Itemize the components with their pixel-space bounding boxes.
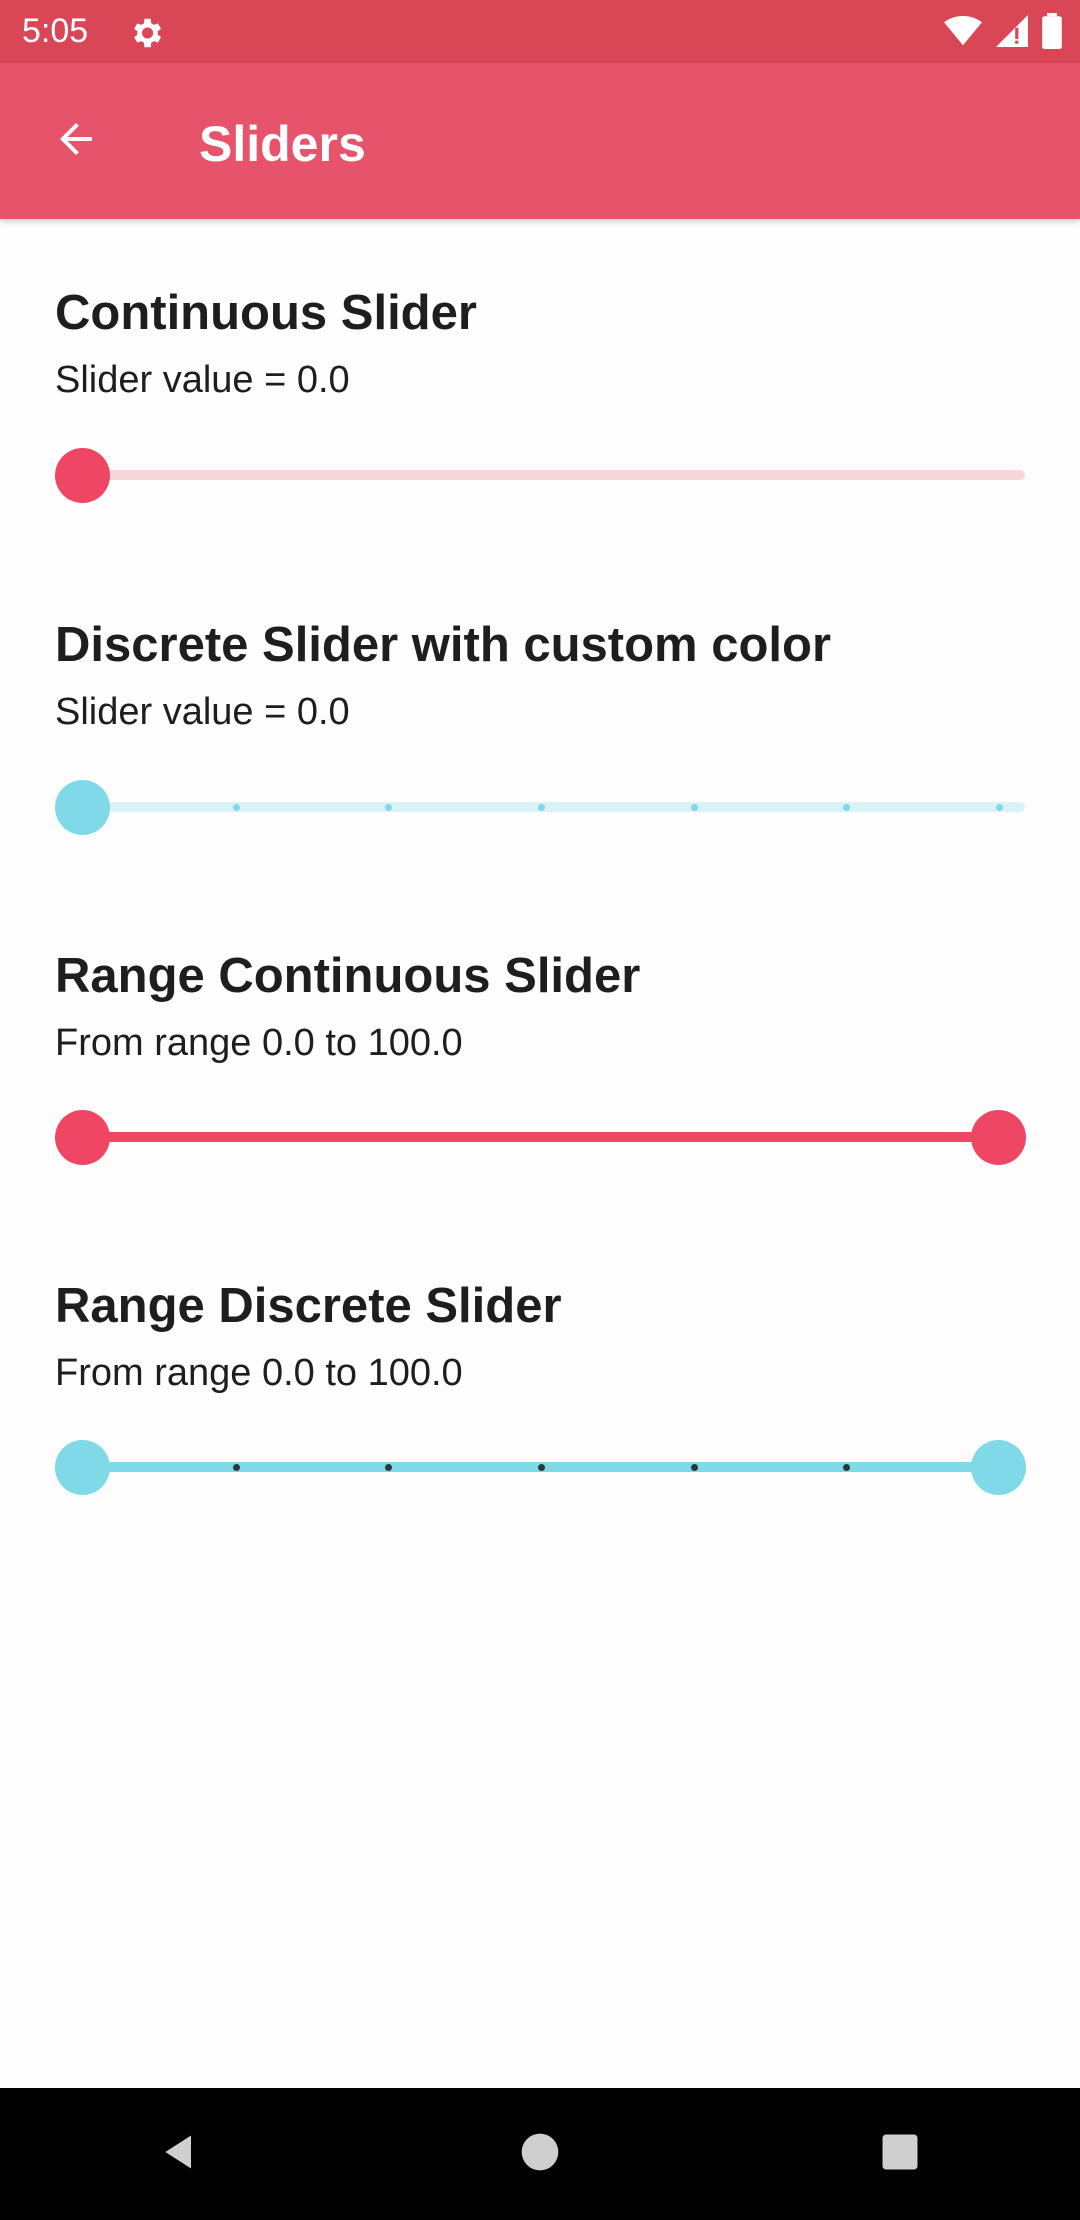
slider-thumb-end[interactable] [971, 1440, 1026, 1495]
range-value-label: From range 0.0 to 100.0 [55, 1352, 463, 1394]
slider-value-label: Slider value = 0.0 [55, 691, 350, 733]
slider-thumb-start[interactable] [55, 1110, 110, 1165]
range-discrete-slider-section: Range Discrete Slider From range 0.0 to … [55, 1278, 1035, 1395]
slider-track [82, 1132, 1025, 1142]
app-bar: Sliders [0, 63, 1080, 219]
back-button[interactable] [38, 106, 114, 176]
status-bar: 5:05 [0, 0, 1080, 63]
slider-thumb-end[interactable] [971, 1110, 1026, 1165]
section-title: Range Continuous Slider [55, 949, 641, 1003]
page-title: Sliders [199, 116, 366, 172]
recents-icon [879, 2131, 921, 2178]
discrete-slider[interactable] [55, 772, 1055, 842]
nav-home-button[interactable] [480, 2094, 600, 2214]
slider-tick [691, 1464, 698, 1471]
arrow-back-icon [52, 115, 100, 168]
slider-thumb[interactable] [55, 448, 110, 503]
status-time: 5:05 [22, 12, 89, 50]
slider-tick [385, 804, 392, 811]
slider-tick [385, 1464, 392, 1471]
slider-track [82, 802, 1025, 812]
slider-tick [843, 804, 850, 811]
settings-icon [127, 14, 165, 52]
slider-thumb-start[interactable] [55, 1440, 110, 1495]
slider-tick [691, 804, 698, 811]
slider-tick [233, 804, 240, 811]
continuous-slider[interactable] [55, 440, 1055, 510]
slider-track [82, 1462, 1025, 1472]
range-continuous-slider-section: Range Continuous Slider From range 0.0 t… [55, 948, 1035, 1065]
navigation-bar [0, 2088, 1080, 2220]
section-title: Continuous Slider [55, 286, 477, 340]
slider-track [82, 470, 1025, 480]
slider-tick [538, 804, 545, 811]
battery-icon [1042, 12, 1062, 54]
slider-value-label: Slider value = 0.0 [55, 359, 350, 401]
signal-icon [996, 14, 1028, 52]
back-icon [158, 2130, 202, 2179]
slider-thumb[interactable] [55, 780, 110, 835]
nav-back-button[interactable] [120, 2094, 240, 2214]
range-continuous-slider[interactable] [55, 1102, 1055, 1172]
range-discrete-slider[interactable] [55, 1432, 1055, 1502]
slider-tick [538, 1464, 545, 1471]
section-title: Range Discrete Slider [55, 1279, 562, 1333]
slider-tick [843, 1464, 850, 1471]
home-icon [518, 2130, 562, 2179]
wifi-icon [944, 15, 982, 52]
range-value-label: From range 0.0 to 100.0 [55, 1022, 463, 1064]
continuous-slider-section: Continuous Slider Slider value = 0.0 [55, 285, 1035, 402]
slider-tick [996, 804, 1003, 811]
nav-recents-button[interactable] [840, 2094, 960, 2214]
status-icons [944, 12, 1062, 54]
section-title: Discrete Slider with custom color [55, 618, 832, 672]
slider-tick [233, 1464, 240, 1471]
discrete-slider-section: Discrete Slider with custom color Slider… [55, 617, 1035, 734]
